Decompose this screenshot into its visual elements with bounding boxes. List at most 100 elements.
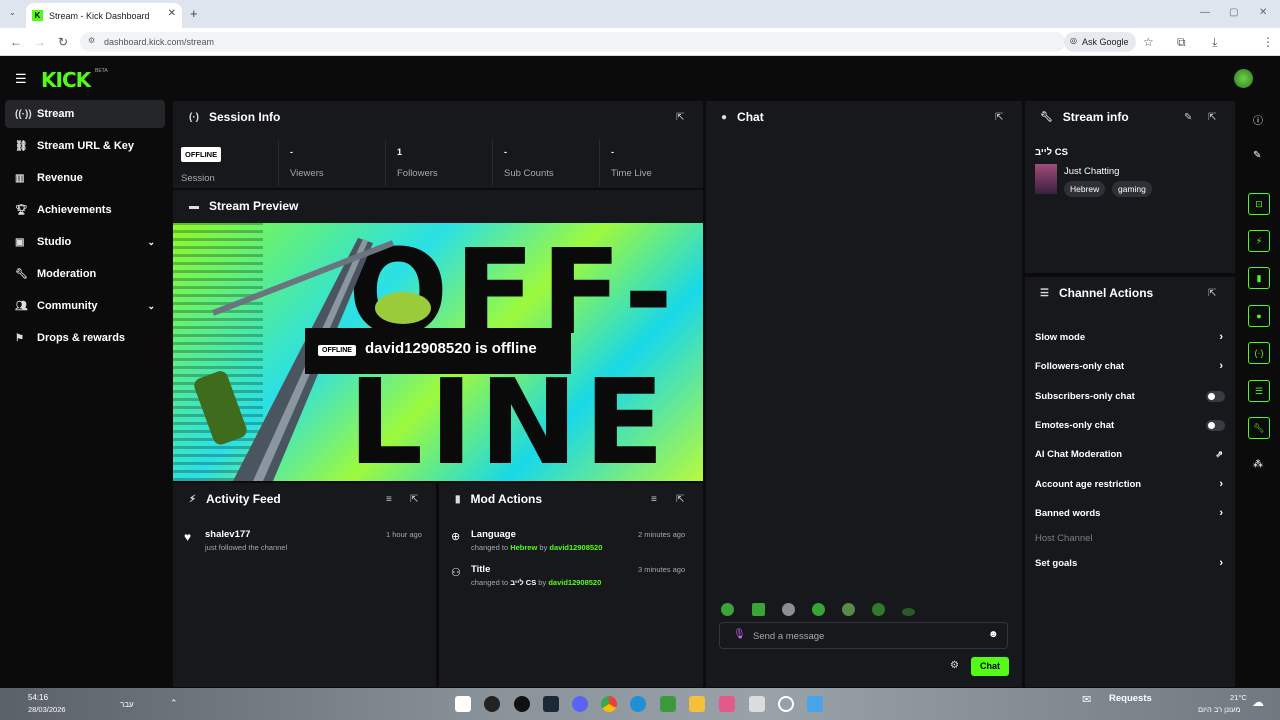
microphone-icon[interactable]: 🎙︎: [733, 629, 746, 640]
slow-mode-row[interactable]: Slow mode ›: [1035, 327, 1225, 347]
hamburger-menu-icon[interactable]: ☰: [15, 71, 27, 87]
emote-icon[interactable]: [902, 608, 915, 616]
steam-icon[interactable]: [543, 696, 559, 712]
rail-button-mod-actions[interactable]: ▮: [1248, 267, 1270, 289]
emoji-picker-icon[interactable]: ☻: [988, 629, 999, 640]
rail-button-session[interactable]: (·): [1248, 342, 1270, 364]
edge-icon[interactable]: [630, 696, 646, 712]
search-icon[interactable]: [778, 696, 794, 712]
tray-chevron-icon[interactable]: ⌃: [170, 698, 178, 709]
stream-category: Just Chatting: [1064, 166, 1120, 177]
account-age-row[interactable]: Account age restriction ›: [1035, 474, 1225, 494]
stat-label: Sub Counts: [504, 168, 554, 179]
taskbar-app-icon[interactable]: [514, 696, 530, 712]
close-window-icon[interactable]: ✕: [1259, 7, 1267, 18]
browser-menu-icon[interactable]: ⋮: [1262, 35, 1274, 49]
filter-icon[interactable]: ≡: [651, 494, 657, 505]
tab-title: Stream - Kick Dashboard: [49, 10, 150, 21]
url-field[interactable]: ⚙ dashboard.kick.com/stream: [80, 32, 1065, 52]
chat-send-button[interactable]: Chat: [971, 657, 1009, 676]
mod-action-item: Language changed to Hebrew by david12908…: [471, 529, 602, 552]
emote-icon[interactable]: [842, 603, 855, 616]
emotes-only-toggle[interactable]: [1206, 419, 1225, 431]
rail-button-activity[interactable]: ⚡︎: [1248, 230, 1270, 252]
mail-icon[interactable]: ✉: [1082, 693, 1091, 706]
mod-action-user[interactable]: david12908520: [549, 543, 602, 552]
ask-google-button[interactable]: ◎ Ask Google: [1064, 32, 1136, 52]
taskbar-app-icon[interactable]: [484, 696, 500, 712]
subscribers-only-toggle[interactable]: [1206, 390, 1225, 402]
rail-button-channel-actions[interactable]: ☰: [1248, 380, 1270, 402]
tag-hebrew[interactable]: Hebrew: [1064, 181, 1106, 197]
requests-label[interactable]: Requests: [1109, 693, 1152, 704]
sidebar-item-stream-url-key[interactable]: ⛓ Stream URL & Key: [5, 132, 165, 160]
rail-button-capture[interactable]: ⊡: [1248, 193, 1270, 215]
sidebar-item-moderation[interactable]: 🔧︎ Moderation: [5, 260, 165, 288]
url-text: dashboard.kick.com/stream: [104, 37, 215, 47]
sidebar-item-community[interactable]: 👥︎ Community ⌄: [5, 292, 165, 320]
weather-cloud-icon: ☁: [1252, 695, 1264, 709]
ai-moderation-row[interactable]: AI Chat Moderation ⇗: [1035, 444, 1225, 464]
maximize-icon[interactable]: ▢: [1229, 7, 1238, 18]
emote-icon[interactable]: [721, 603, 734, 616]
edit-pencil-icon[interactable]: ✎: [1184, 112, 1192, 123]
extensions-icon[interactable]: ⧉: [1177, 35, 1186, 50]
chrome-icon[interactable]: [601, 696, 617, 712]
taskbar-app-icon[interactable]: [455, 696, 471, 712]
preview-icon: ▬: [189, 200, 199, 212]
tab-list-icon[interactable]: ⌄: [9, 8, 16, 17]
sidebar-item-label: Stream URL & Key: [37, 140, 134, 152]
stat-followers: 1 Followers: [385, 140, 492, 186]
popout-icon[interactable]: ⇱: [1208, 112, 1216, 123]
back-icon[interactable]: ←: [10, 35, 22, 49]
close-tab-icon[interactable]: ✕: [168, 8, 176, 19]
forward-icon[interactable]: →: [34, 35, 46, 49]
discord-icon[interactable]: [572, 696, 588, 712]
emote-icon[interactable]: [752, 603, 765, 616]
activity-user: shalev177: [205, 529, 251, 540]
taskbar-app-icon[interactable]: [749, 696, 765, 712]
edit-layout-icon[interactable]: ✎: [1253, 150, 1261, 161]
sidebar-item-achievements[interactable]: 🏆︎ Achievements: [5, 196, 165, 224]
popout-icon[interactable]: ⇱: [995, 112, 1003, 123]
browser-tab[interactable]: K Stream - Kick Dashboard ✕: [26, 3, 182, 28]
info-icon[interactable]: ⓘ: [1253, 112, 1263, 127]
popout-icon[interactable]: ⇱: [1208, 288, 1216, 299]
popout-icon[interactable]: ⇱: [410, 494, 418, 505]
banned-words-row[interactable]: Banned words ›: [1035, 503, 1225, 523]
minimize-icon[interactable]: —: [1200, 7, 1210, 18]
file-explorer-icon[interactable]: [689, 696, 705, 712]
more-widgets-icon[interactable]: ⁂: [1253, 459, 1263, 470]
sidebar-item-revenue[interactable]: ▥ Revenue: [5, 164, 165, 192]
bookmark-star-icon[interactable]: ☆: [1143, 35, 1154, 49]
tag-gaming[interactable]: gaming: [1112, 181, 1152, 197]
rail-button-stream-info[interactable]: 🔧︎: [1248, 417, 1270, 439]
windows-start-icon[interactable]: [807, 696, 823, 712]
user-avatar[interactable]: [1234, 69, 1253, 88]
emote-icon[interactable]: [872, 603, 885, 616]
taskbar-app-icon[interactable]: [719, 696, 735, 712]
popout-icon[interactable]: ⇱: [676, 112, 684, 123]
sidebar-item-studio[interactable]: ▣ Studio ⌄: [5, 228, 165, 256]
sidebar-item-stream[interactable]: ((·)) Stream: [5, 100, 165, 128]
mod-action-user[interactable]: david12908520: [548, 578, 601, 587]
taskbar-language[interactable]: עבר: [120, 700, 134, 709]
chat-input[interactable]: 🎙︎ Send a message ☻: [719, 622, 1008, 649]
new-tab-icon[interactable]: +: [190, 6, 198, 21]
chat-settings-gear-icon[interactable]: ⚙: [950, 660, 959, 671]
site-info-icon[interactable]: ⚙: [88, 36, 95, 45]
kick-logo[interactable]: KICK: [41, 68, 91, 92]
emote-icon[interactable]: [782, 603, 795, 616]
popout-icon[interactable]: ⇱: [676, 494, 684, 505]
rail-button-chat[interactable]: ●: [1248, 305, 1270, 327]
mod-action-time: 2 minutes ago: [638, 530, 686, 539]
filter-icon[interactable]: ≡: [386, 494, 392, 505]
emote-icon[interactable]: [812, 603, 825, 616]
followers-only-row[interactable]: Followers-only chat ›: [1035, 356, 1225, 376]
sidebar-item-drops-rewards[interactable]: ⚑ Drops & rewards: [5, 324, 165, 352]
download-icon[interactable]: ⤓: [1212, 35, 1217, 50]
row-label: AI Chat Moderation: [1035, 448, 1123, 460]
reload-icon[interactable]: ↻: [58, 35, 68, 49]
taskbar-app-icon[interactable]: [660, 696, 676, 712]
set-goals-row[interactable]: Set goals ›: [1035, 553, 1225, 573]
